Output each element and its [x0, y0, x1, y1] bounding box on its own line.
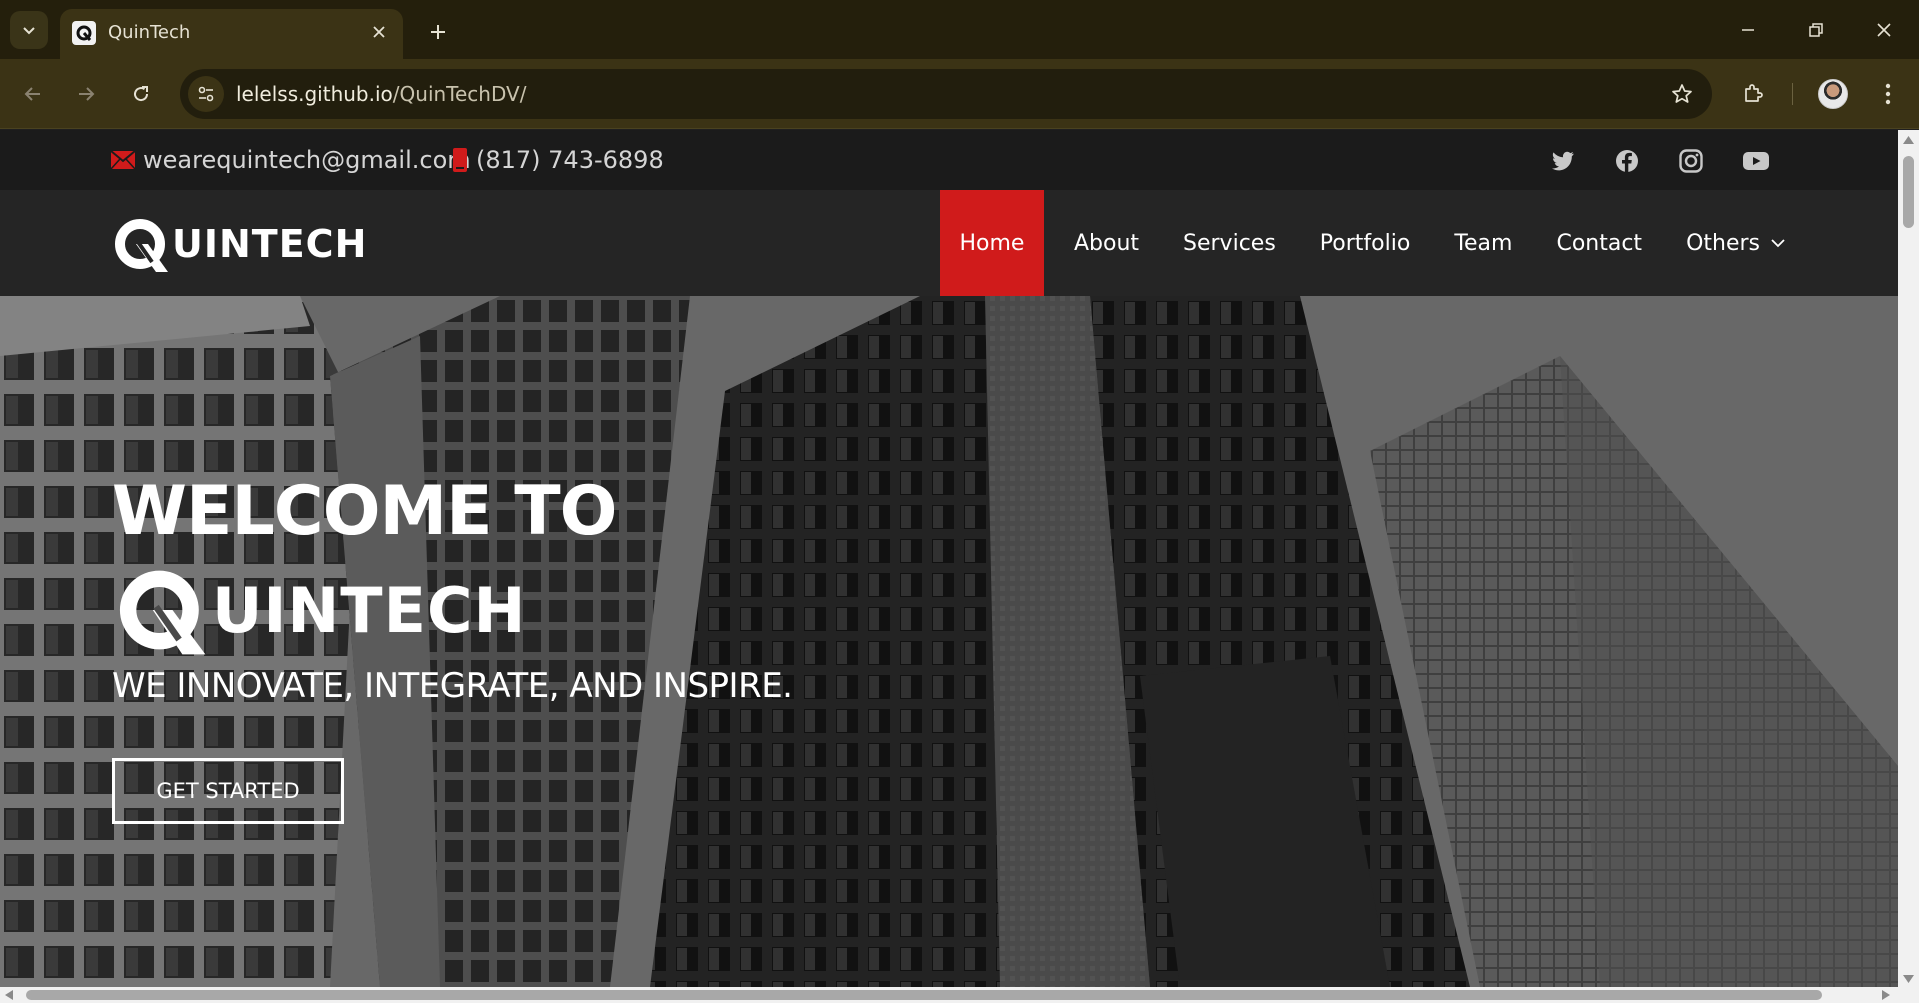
quintech-q-logo-icon: [119, 570, 206, 655]
hero-section: WELCOME TO UINTECH WE INNOVATE, INTEGRAT…: [0, 296, 1898, 987]
extensions-button[interactable]: [1733, 74, 1773, 114]
page-viewport: wearequintech@gmail.com (817) 743-6898 U…: [0, 130, 1898, 987]
url-host: lelelss.github.io: [236, 82, 393, 106]
nav-label: Contact: [1556, 230, 1643, 256]
hero-logo-text: UINTECH: [212, 573, 527, 647]
nav-item-contact[interactable]: Contact: [1534, 190, 1664, 296]
restore-icon: [1809, 23, 1823, 37]
site-logo[interactable]: UINTECH: [112, 214, 367, 274]
nav-label: Services: [1183, 230, 1276, 256]
youtube-icon[interactable]: [1743, 148, 1769, 174]
hero-logo: UINTECH: [112, 564, 526, 656]
arrow-left-icon: [24, 87, 40, 101]
twitter-icon[interactable]: [1550, 148, 1576, 174]
nav-label: Others: [1686, 230, 1760, 256]
horizontal-scroll-thumb[interactable]: [26, 990, 1822, 1000]
quintech-favicon-icon: [72, 21, 96, 45]
site-info-icon[interactable]: [188, 76, 224, 112]
scroll-down-arrow-icon[interactable]: [1903, 975, 1914, 983]
profile-button[interactable]: [1813, 74, 1853, 114]
chevron-down-icon: [23, 27, 35, 35]
close-tab-icon[interactable]: [367, 20, 391, 44]
site-header: UINTECH Home About Services Portfolio Te…: [0, 190, 1898, 296]
nav-item-about[interactable]: About: [1052, 190, 1161, 296]
kebab-menu-icon: [1885, 83, 1891, 105]
browser-menu-button[interactable]: [1868, 74, 1908, 114]
top-contact-bar: wearequintech@gmail.com (817) 743-6898: [0, 130, 1898, 190]
reload-button[interactable]: [121, 74, 161, 114]
phone-icon: [453, 148, 467, 172]
arrow-right-icon: [79, 87, 95, 101]
back-button[interactable]: [13, 74, 53, 114]
scroll-left-arrow-icon[interactable]: [5, 990, 13, 1000]
bookmark-star-icon[interactable]: [1668, 80, 1696, 108]
nav-item-portfolio[interactable]: Portfolio: [1298, 190, 1433, 296]
browser-tab[interactable]: QuinTech: [60, 9, 403, 59]
nav-item-services[interactable]: Services: [1161, 190, 1298, 296]
logo-text: UINTECH: [172, 222, 368, 266]
get-started-button[interactable]: GET STARTED: [112, 758, 344, 824]
facebook-icon[interactable]: [1614, 148, 1640, 174]
avatar: [1818, 79, 1848, 109]
puzzle-icon: [1745, 84, 1763, 102]
browser-tab-bar: QuinTech: [0, 0, 1919, 59]
nav-item-home[interactable]: Home: [939, 190, 1044, 296]
quintech-q-logo-icon: [115, 219, 168, 272]
minimize-icon: [1742, 29, 1754, 31]
minimize-button[interactable]: [1718, 10, 1778, 50]
main-nav: Home About Services Portfolio Team Conta…: [939, 190, 1898, 296]
nav-label: Team: [1454, 230, 1513, 256]
envelope-icon: [111, 151, 135, 169]
email-text: wearequintech@gmail.com: [143, 146, 471, 174]
restore-button[interactable]: [1786, 10, 1846, 50]
browser-toolbar: lelelss.github.io/QuinTechDV/: [0, 59, 1919, 129]
forward-button[interactable]: [66, 74, 106, 114]
new-tab-button[interactable]: [420, 14, 456, 50]
nav-label: Home: [959, 230, 1025, 256]
tab-title: QuinTech: [108, 22, 191, 43]
instagram-icon[interactable]: [1678, 148, 1704, 174]
scroll-up-arrow-icon[interactable]: [1903, 136, 1914, 144]
phone-text: (817) 743-6898: [476, 146, 664, 174]
email-contact[interactable]: wearequintech@gmail.com: [111, 146, 471, 174]
horizontal-scrollbar[interactable]: [0, 987, 1919, 1003]
chevron-down-icon: [1771, 239, 1785, 248]
vertical-scroll-thumb[interactable]: [1903, 156, 1914, 228]
scroll-right-arrow-icon[interactable]: [1882, 990, 1890, 1000]
hero-tagline: WE INNOVATE, INTEGRATE, AND INSPIRE.: [112, 666, 793, 706]
close-window-button[interactable]: [1854, 10, 1914, 50]
nav-item-team[interactable]: Team: [1432, 190, 1534, 296]
nav-label: About: [1073, 230, 1140, 256]
hero-welcome-heading: WELCOME TO: [112, 472, 617, 551]
toolbar-separator: [1792, 83, 1793, 105]
nav-item-others[interactable]: Others: [1664, 190, 1898, 296]
address-bar[interactable]: lelelss.github.io/QuinTechDV/: [180, 69, 1712, 119]
nav-label: Portfolio: [1319, 230, 1411, 256]
plus-icon: [431, 25, 445, 39]
url-text[interactable]: lelelss.github.io/QuinTechDV/: [236, 82, 526, 106]
reload-icon: [134, 86, 149, 102]
phone-contact[interactable]: (817) 743-6898: [452, 146, 664, 174]
close-icon: [1877, 23, 1891, 37]
url-path: /QuinTechDV/: [392, 82, 527, 106]
vertical-scrollbar[interactable]: [1898, 130, 1919, 987]
tab-search-button[interactable]: [10, 11, 48, 49]
